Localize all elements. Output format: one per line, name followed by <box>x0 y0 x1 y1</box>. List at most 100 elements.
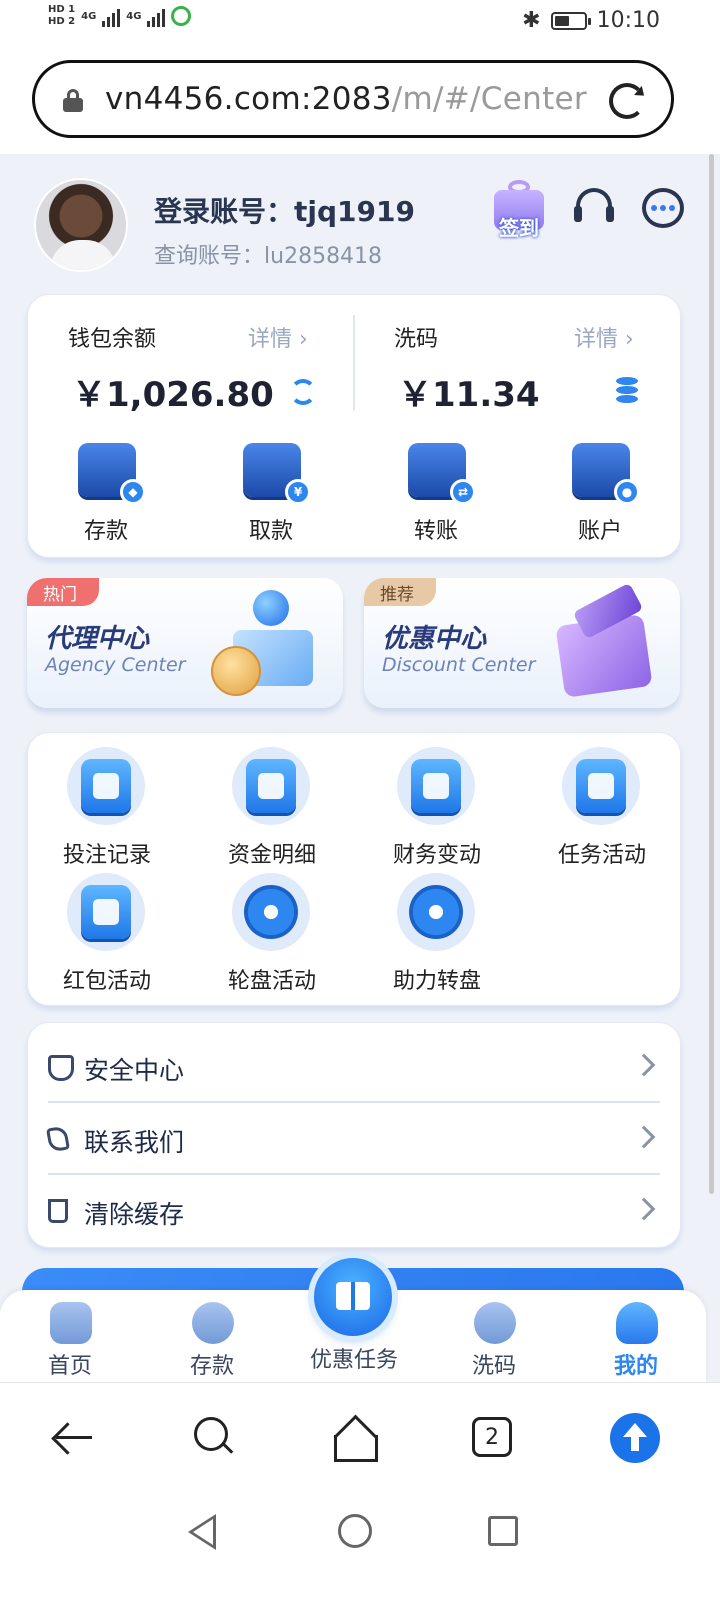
user-icon <box>616 1302 658 1344</box>
coin-stack-icon[interactable] <box>616 377 638 403</box>
rebate-detail-link[interactable]: 详情 › <box>574 321 634 353</box>
assist-wheel-item[interactable]: 助力转盘 <box>372 873 502 994</box>
wechat-notification-icon <box>171 6 192 26</box>
divider <box>353 315 355 411</box>
refresh-icon[interactable] <box>290 379 316 405</box>
red-packet-label: 红包活动 <box>62 969 151 994</box>
balance-amount: ￥1,026.80 <box>72 375 274 415</box>
task-activity-item[interactable]: 任务活动 <box>537 747 667 868</box>
roulette-item[interactable]: 轮盘活动 <box>207 873 337 994</box>
menu-clear-cache[interactable]: 清除缓存 <box>48 1175 660 1247</box>
login-account-line: 登录账号：tjq1919 <box>154 190 415 230</box>
status-left: HD 1 HD 2 4G 4G <box>48 4 192 28</box>
agency-center-banner[interactable]: 热门 代理中心 Agency Center <box>27 578 343 708</box>
login-account: tjq1919 <box>294 195 415 228</box>
transfer-action[interactable]: ⇄ 转账 <box>386 443 486 544</box>
search-icon[interactable] <box>190 1413 238 1461</box>
scrollbar[interactable] <box>709 154 714 1194</box>
feature-grid: 投注记录 资金明细 财务变动 任务活动 红包活动 轮盘活动 助力转盘 <box>27 732 681 1006</box>
balance-label: 钱包余额 <box>68 327 157 352</box>
avatar[interactable] <box>34 178 128 272</box>
query-account: lu2858418 <box>264 244 383 269</box>
nav-deposit[interactable]: 存款 <box>152 1296 272 1380</box>
account-icon: ● <box>572 443 640 505</box>
task-activity-label: 任务活动 <box>557 843 646 868</box>
withdraw-action[interactable]: ¥ 取款 <box>221 443 321 544</box>
deposit-action[interactable]: ◆ 存款 <box>56 443 156 544</box>
lock-icon[interactable] <box>63 89 83 112</box>
nav-rebate[interactable]: 洗码 <box>434 1296 554 1380</box>
signin-label: 签到 <box>499 216 539 240</box>
gift-icon <box>336 1282 370 1310</box>
discount-center-banner[interactable]: 推荐 优惠中心 Discount Center <box>364 578 680 708</box>
page-content: 登录账号：tjq1919 查询账号：lu2858418 签到 钱包余额 详情 ›… <box>0 154 720 1382</box>
browser-home-icon[interactable] <box>330 1413 378 1462</box>
account-action[interactable]: ● 账户 <box>550 443 650 544</box>
trash-icon <box>48 1199 68 1223</box>
url-text[interactable]: vn4456.com:2083/m/#/Center <box>105 81 587 117</box>
nav-rebate-label: 洗码 <box>471 1354 516 1379</box>
customer-service-icon[interactable] <box>574 186 616 230</box>
status-bar: HD 1 HD 2 4G 4G ✱ 10:10 <box>0 0 720 48</box>
rebate-amount: ￥11.34 <box>398 375 540 415</box>
chevron-right-icon <box>632 1125 656 1149</box>
promo-task-button[interactable] <box>314 1258 392 1336</box>
url-path: /m/#/Center <box>391 81 587 117</box>
deposit-icon <box>192 1302 234 1344</box>
phone-icon <box>46 1125 70 1153</box>
account-action-label: 账户 <box>577 519 622 544</box>
reload-icon[interactable] <box>609 83 645 119</box>
agency-illustration <box>211 590 323 696</box>
nav-mine[interactable]: 我的 <box>576 1296 696 1380</box>
clear-cache-label: 清除缓存 <box>84 1200 185 1229</box>
agency-title: 代理中心 <box>45 624 150 654</box>
hd2-label: HD 2 <box>48 16 76 27</box>
settings-menu: 安全中心 联系我们 清除缓存 <box>27 1022 681 1248</box>
system-home-icon[interactable] <box>338 1514 372 1548</box>
wallet-deposit-icon: ◆ <box>78 443 146 505</box>
signal-icon <box>102 5 121 27</box>
fund-detail-label: 资金明细 <box>227 843 316 868</box>
nav-home[interactable]: 首页 <box>10 1296 130 1380</box>
back-arrow-icon[interactable] <box>48 1413 96 1461</box>
balance-detail-link[interactable]: 详情 › <box>248 321 308 353</box>
status-right: ✱ 10:10 <box>522 8 660 33</box>
finance-change-label: 财务变动 <box>392 843 481 868</box>
query-account-line: 查询账号：lu2858418 <box>154 238 382 270</box>
promo-task-label: 优惠任务 <box>309 1348 398 1373</box>
bet-record-item[interactable]: 投注记录 <box>42 747 172 868</box>
net2-label: 4G <box>126 10 142 22</box>
shield-icon <box>48 1055 74 1081</box>
browser-toolbar: 2 <box>0 1382 720 1492</box>
message-icon[interactable] <box>642 188 684 228</box>
nav-deposit-label: 存款 <box>189 1354 234 1379</box>
security-center-label: 安全中心 <box>84 1056 185 1085</box>
clock: 10:10 <box>596 8 660 33</box>
url-host: vn4456.com:2083 <box>105 81 392 117</box>
discount-subtitle: Discount Center <box>382 654 536 676</box>
address-bar[interactable]: vn4456.com:2083/m/#/Center <box>32 60 674 138</box>
fund-detail-item[interactable]: 资金明细 <box>207 747 337 868</box>
nav-mine-label: 我的 <box>613 1354 658 1379</box>
upload-arrow-icon[interactable] <box>610 1413 660 1463</box>
finance-change-item[interactable]: 财务变动 <box>372 747 502 868</box>
hd-indicator: HD 1 HD 2 <box>48 4 75 28</box>
system-recents-icon[interactable] <box>488 1516 518 1546</box>
signin-button[interactable]: 签到 <box>488 178 550 242</box>
menu-security-center[interactable]: 安全中心 <box>48 1031 660 1103</box>
assist-wheel-label: 助力转盘 <box>392 969 481 994</box>
net1-label: 4G <box>81 10 97 22</box>
system-back-icon[interactable] <box>188 1514 216 1550</box>
chevron-right-icon <box>632 1053 656 1077</box>
bet-record-label: 投注记录 <box>62 843 151 868</box>
tabs-button[interactable]: 2 <box>472 1417 512 1457</box>
login-label: 登录账号： <box>154 195 295 228</box>
menu-contact-us[interactable]: 联系我们 <box>46 1103 660 1175</box>
battery-icon <box>550 11 591 30</box>
home-icon <box>50 1302 92 1344</box>
signal-icon-2 <box>147 5 166 27</box>
recommend-tag: 推荐 <box>364 578 436 606</box>
transfer-icon: ⇄ <box>408 443 476 505</box>
bluetooth-icon: ✱ <box>522 8 541 33</box>
red-packet-item[interactable]: 红包活动 <box>42 873 172 994</box>
